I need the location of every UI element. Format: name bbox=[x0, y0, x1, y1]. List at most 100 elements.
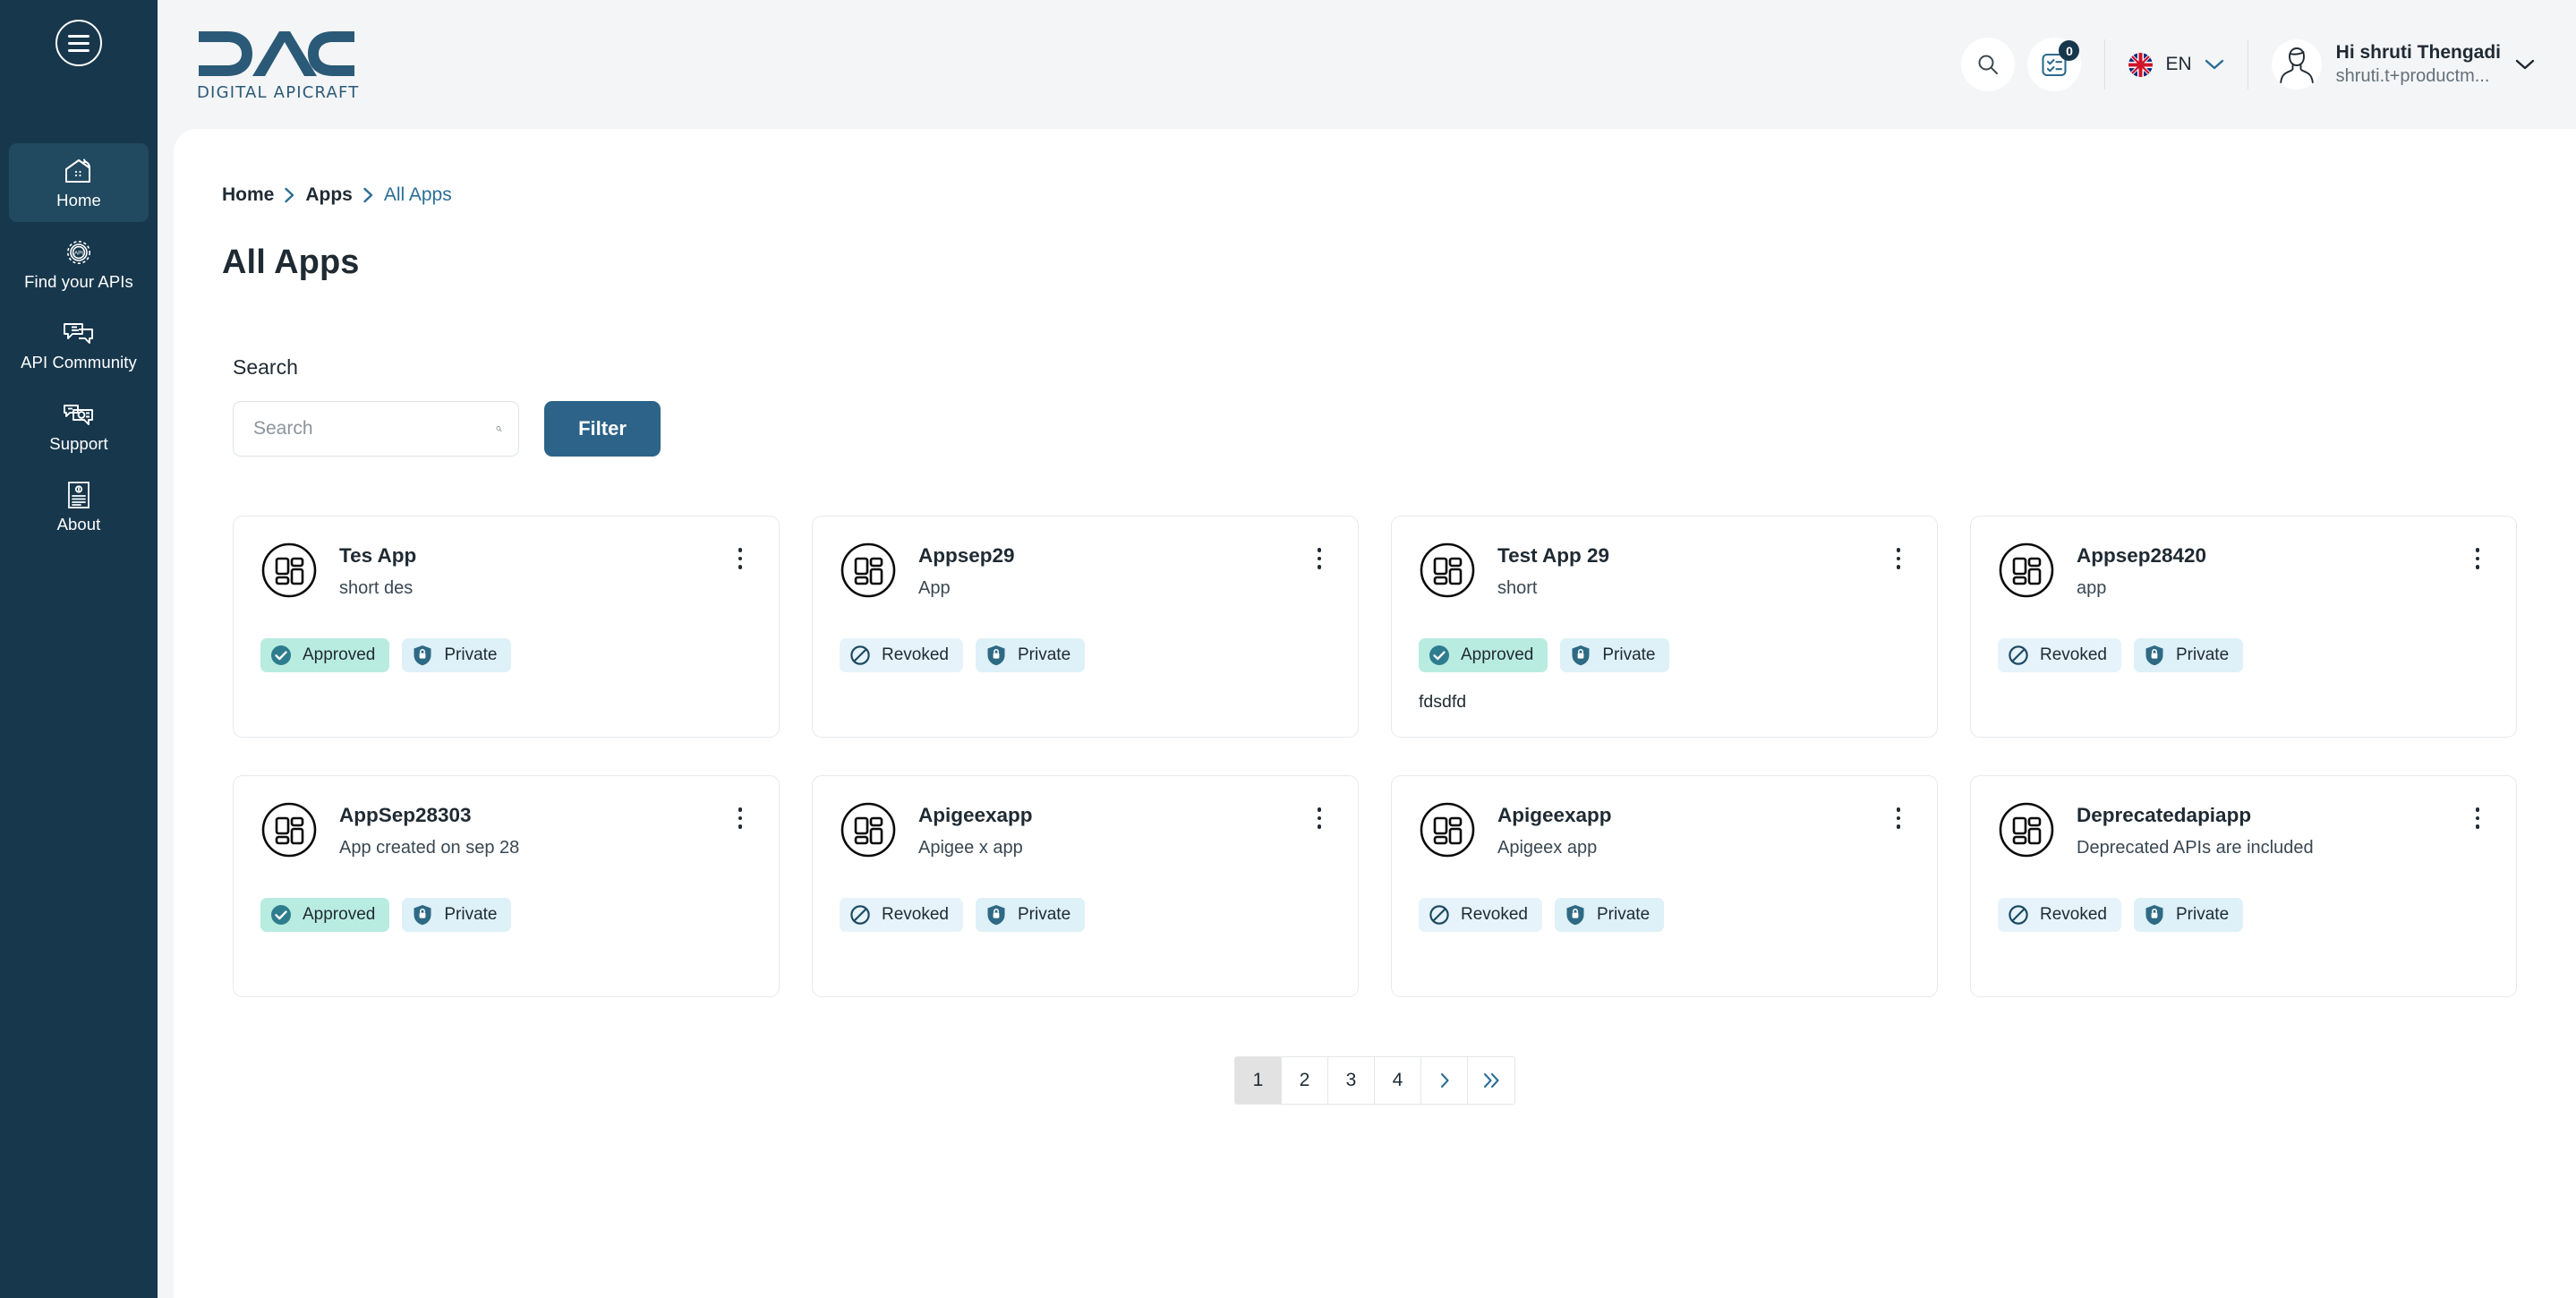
chevron-down-icon[interactable] bbox=[2515, 58, 2535, 71]
app-badges: Revoked Private bbox=[1998, 898, 2489, 932]
sidebar: Home API Find your APIs API Community Su… bbox=[0, 0, 158, 1298]
kebab-menu-icon[interactable] bbox=[729, 543, 752, 574]
document-info-icon bbox=[62, 480, 96, 510]
breadcrumb-item-all-apps[interactable]: All Apps bbox=[384, 184, 452, 206]
breadcrumb-item-home[interactable]: Home bbox=[222, 184, 274, 206]
kebab-menu-icon[interactable] bbox=[1308, 543, 1331, 574]
pager-page-2[interactable]: 2 bbox=[1282, 1057, 1328, 1104]
kebab-menu-icon[interactable] bbox=[2466, 543, 2489, 574]
app-card[interactable]: Apigeexapp Apigeex app Revoked Private bbox=[1391, 775, 1938, 997]
sidebar-item-support[interactable]: Support bbox=[9, 387, 149, 465]
shield-lock-icon bbox=[985, 644, 1008, 667]
app-card[interactable]: Deprecatedapiapp Deprecated APIs are inc… bbox=[1970, 775, 2517, 997]
app-card-header: Deprecatedapiapp Deprecated APIs are inc… bbox=[1998, 801, 2489, 858]
app-card-grid: Tes App short des Approved Private Appse… bbox=[213, 457, 2537, 997]
brand-logo[interactable]: DIGITAL APICRAFT bbox=[197, 28, 359, 102]
app-name: Apigeexapp bbox=[918, 805, 1033, 826]
app-name: AppSep28303 bbox=[339, 805, 472, 826]
breadcrumb-item-apps[interactable]: Apps bbox=[305, 184, 353, 206]
app-card-header: AppSep28303 App created on sep 28 bbox=[260, 801, 752, 858]
hamburger-bar bbox=[68, 48, 90, 52]
app-card-titles: Appsep28420 app bbox=[2077, 542, 2444, 598]
badge-label: Revoked bbox=[882, 645, 949, 664]
avatar-icon bbox=[2279, 47, 2314, 83]
kebab-menu-icon[interactable] bbox=[1887, 803, 1910, 833]
visibility-badge: Private bbox=[976, 898, 1086, 932]
badge-label: Private bbox=[1597, 905, 1651, 924]
app-name: Apigeexapp bbox=[1497, 805, 1612, 826]
app-card[interactable]: Apigeexapp Apigee x app Revoked Private bbox=[812, 775, 1359, 997]
search-icon bbox=[1978, 55, 1999, 74]
pagination: 1 2 3 4 bbox=[213, 997, 2537, 1105]
sidebar-item-find-your-apis[interactable]: API Find your APIs bbox=[9, 225, 149, 303]
ban-circle-icon bbox=[849, 644, 872, 667]
visibility-badge: Private bbox=[402, 638, 512, 672]
app-description: App bbox=[918, 577, 951, 598]
chevron-right-icon bbox=[363, 187, 374, 203]
app-grid-icon bbox=[1998, 801, 2055, 858]
kebab-menu-icon[interactable] bbox=[729, 803, 752, 833]
app-card[interactable]: Appsep29 App Revoked Private bbox=[812, 516, 1359, 738]
uk-flag-icon bbox=[2128, 52, 2154, 77]
language-selector[interactable]: EN bbox=[2104, 39, 2248, 90]
shield-lock-icon bbox=[411, 903, 434, 927]
app-description: Apigeex app bbox=[1497, 837, 1598, 858]
hamburger-icon[interactable] bbox=[55, 20, 102, 66]
app-card[interactable]: Test App 29 short Approved Private fdsdf… bbox=[1391, 516, 1938, 738]
sidebar-item-home[interactable]: Home bbox=[9, 143, 149, 222]
search-icon[interactable] bbox=[496, 418, 502, 440]
dac-logo-icon bbox=[199, 30, 354, 76]
visibility-badge: Private bbox=[402, 898, 512, 932]
pager-page-1[interactable]: 1 bbox=[1235, 1057, 1282, 1104]
shield-lock-icon bbox=[985, 903, 1008, 927]
kebab-menu-icon[interactable] bbox=[2466, 803, 2489, 833]
shield-lock-icon bbox=[411, 644, 434, 667]
pager-page-4[interactable]: 4 bbox=[1375, 1057, 1421, 1104]
badge-label: Private bbox=[2176, 905, 2230, 924]
home-icon bbox=[62, 156, 96, 186]
kebab-menu-icon[interactable] bbox=[1308, 803, 1331, 833]
badge-label: Approved bbox=[303, 905, 376, 924]
visibility-badge: Private bbox=[1555, 898, 1665, 932]
app-card-header: Appsep28420 app bbox=[1998, 542, 2489, 599]
app-card[interactable]: AppSep28303 App created on sep 28 Approv… bbox=[233, 775, 780, 997]
chevron-right-icon bbox=[284, 187, 295, 203]
app-grid-icon bbox=[260, 542, 318, 599]
app-badges: Approved Private bbox=[1419, 638, 1910, 672]
ban-circle-icon bbox=[2007, 644, 2030, 667]
user-menu[interactable]: Hi shruti Thengadi shruti.t+productm... bbox=[2248, 39, 2535, 90]
sidebar-item-label: Find your APIs bbox=[24, 271, 133, 291]
sidebar-item-about[interactable]: About bbox=[9, 467, 149, 546]
search-button[interactable] bbox=[1961, 38, 2016, 91]
tasks-button[interactable]: 0 bbox=[2027, 38, 2082, 91]
sidebar-item-label: Support bbox=[49, 433, 108, 453]
filter-button[interactable]: Filter bbox=[544, 401, 661, 457]
visibility-badge: Private bbox=[976, 638, 1086, 672]
shield-lock-icon bbox=[1564, 903, 1587, 927]
search-field[interactable] bbox=[233, 401, 519, 457]
pager-next-icon[interactable] bbox=[1421, 1057, 1468, 1104]
app-badges: Revoked Private bbox=[840, 898, 1331, 932]
app-card[interactable]: Tes App short des Approved Private bbox=[233, 516, 780, 738]
app-description: app bbox=[2077, 577, 2107, 598]
app-card-header: Tes App short des bbox=[260, 542, 752, 599]
check-circle-icon bbox=[269, 903, 293, 927]
badge-label: Revoked bbox=[1461, 905, 1528, 924]
app-name: Appsep28420 bbox=[2077, 545, 2207, 567]
badge-label: Revoked bbox=[882, 905, 949, 924]
app-card[interactable]: Appsep28420 app Revoked Private bbox=[1970, 516, 2517, 738]
shield-lock-icon bbox=[2143, 903, 2166, 927]
sidebar-item-api-community[interactable]: API Community bbox=[9, 305, 149, 384]
app-badges: Approved Private bbox=[260, 898, 752, 932]
pager-last-icon[interactable] bbox=[1468, 1057, 1514, 1104]
hamburger-bar bbox=[68, 41, 90, 45]
shield-lock-icon bbox=[1569, 644, 1592, 667]
app-badges: Revoked Private bbox=[1998, 638, 2489, 672]
content-panel: Home Apps All Apps All Apps Search Searc… bbox=[174, 129, 2576, 1298]
page-title: All Apps bbox=[222, 243, 360, 281]
search-input[interactable] bbox=[253, 418, 496, 440]
app-description: Deprecated APIs are included bbox=[2077, 837, 2314, 858]
kebab-menu-icon[interactable] bbox=[1887, 543, 1910, 574]
app-grid-icon bbox=[840, 542, 897, 599]
pager-page-3[interactable]: 3 bbox=[1328, 1057, 1375, 1104]
